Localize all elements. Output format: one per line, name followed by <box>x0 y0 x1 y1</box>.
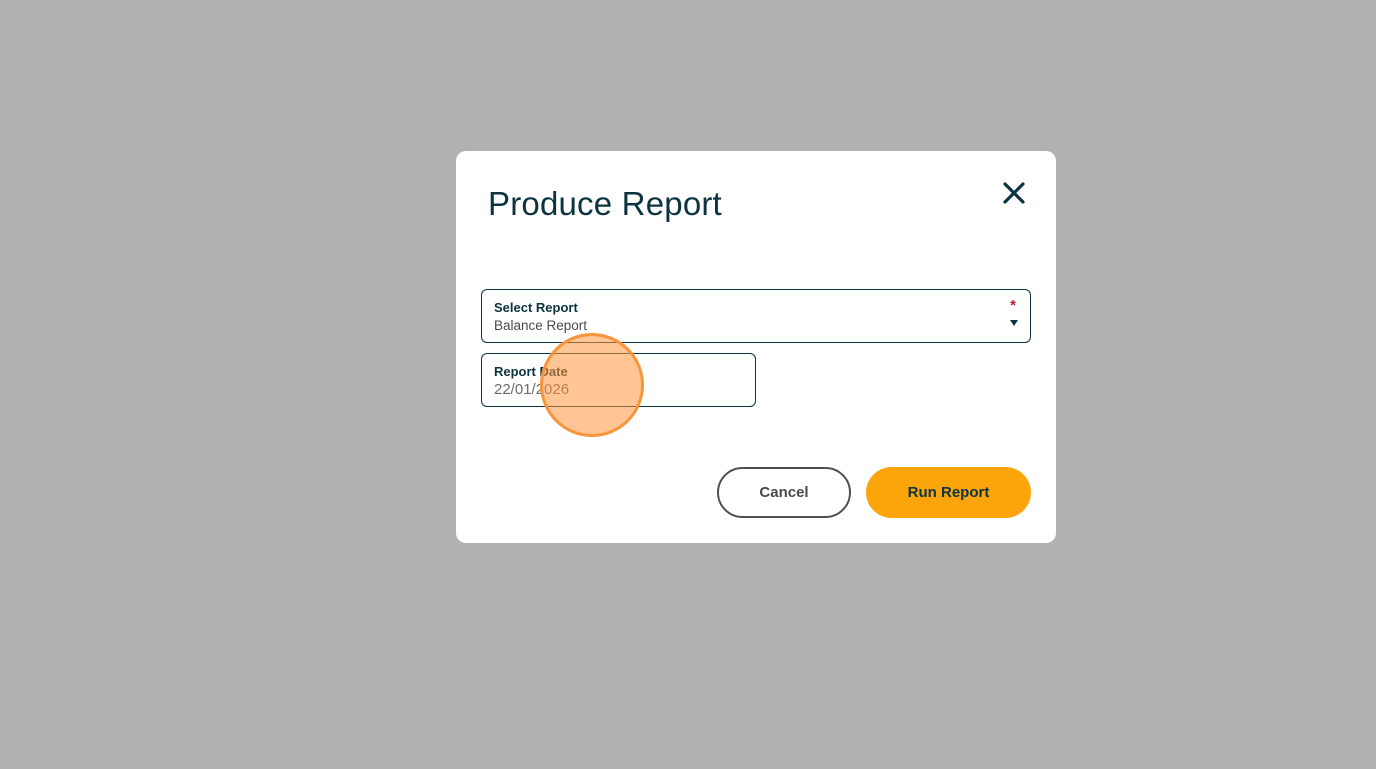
report-date-value[interactable]: 22/01/2026 <box>494 381 569 398</box>
select-report-label: Select Report <box>494 300 578 315</box>
required-indicator: * <box>1010 297 1016 314</box>
caret-down-icon <box>1010 320 1018 326</box>
close-icon <box>1003 182 1025 204</box>
close-button[interactable] <box>999 178 1029 208</box>
report-date-field[interactable]: Report Date 22/01/2026 <box>481 353 756 407</box>
cancel-button[interactable]: Cancel <box>717 467 851 518</box>
produce-report-dialog: Produce Report Select Report * Balance R… <box>456 151 1056 543</box>
select-report-value: Balance Report <box>494 318 588 333</box>
report-date-label: Report Date <box>494 364 568 379</box>
dialog-title: Produce Report <box>488 185 722 222</box>
run-report-button[interactable]: Run Report <box>866 467 1031 518</box>
select-report-dropdown[interactable]: Select Report * Balance Report <box>481 289 1031 343</box>
